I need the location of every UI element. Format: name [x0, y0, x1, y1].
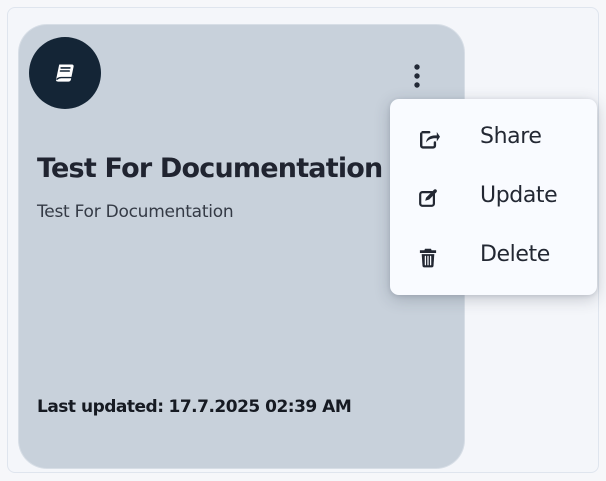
- kebab-icon: [414, 64, 420, 88]
- card-title: Test For Documentation: [37, 153, 383, 184]
- notebook-icon: [56, 64, 74, 82]
- trash-icon: [416, 245, 440, 269]
- notebook-badge: [29, 37, 101, 109]
- last-updated-value: 17.7.2025 02:39 AM: [168, 397, 352, 417]
- share-label: Share: [480, 124, 542, 149]
- menu-item-update[interactable]: Update: [390, 168, 597, 227]
- menu-item-share[interactable]: Share: [390, 109, 597, 168]
- share-icon: [416, 127, 440, 151]
- actions-popup-menu: Share Update Delete: [390, 99, 597, 295]
- update-label: Update: [480, 183, 558, 208]
- menu-item-delete[interactable]: Delete: [390, 227, 597, 286]
- edit-icon: [416, 186, 440, 210]
- delete-label: Delete: [480, 242, 550, 267]
- card-subtitle: Test For Documentation: [37, 202, 234, 222]
- more-options-button[interactable]: [403, 59, 431, 93]
- screenshot-canvas: Test For Documentation Test For Document…: [0, 0, 606, 481]
- last-updated-label: Last updated:: [37, 397, 164, 417]
- last-updated: Last updated: 17.7.2025 02:39 AM: [37, 394, 397, 420]
